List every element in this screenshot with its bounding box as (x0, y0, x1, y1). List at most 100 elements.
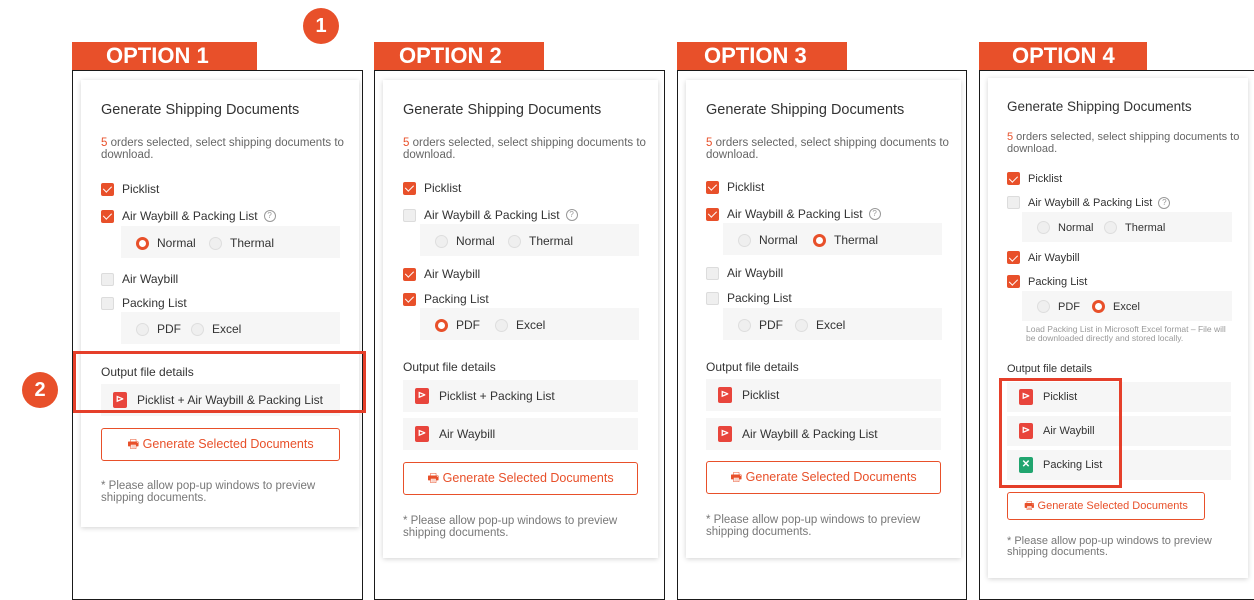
radio-pdf[interactable]: PDF (738, 318, 783, 332)
print-format-radio-group: Normal Thermal (420, 224, 639, 256)
awb-checkbox[interactable]: Air Waybill (403, 267, 480, 281)
checkbox-icon (403, 267, 416, 281)
checkbox-label: Packing List (727, 291, 792, 305)
checkbox-icon (1007, 172, 1020, 185)
radio-excel[interactable]: Excel (1092, 300, 1140, 313)
output-file-row[interactable]: ⊳ Picklist + Packing List (403, 380, 638, 412)
checkbox-label: Air Waybill & Packing List (424, 208, 560, 222)
button-label: Generate Selected Documents (442, 471, 614, 485)
step-badge-2: 2 (22, 372, 58, 408)
awb-packing-checkbox[interactable]: Air Waybill & Packing List? (403, 208, 578, 222)
button-label: Generate Selected Documents (1037, 500, 1188, 512)
radio-pdf[interactable]: PDF (1037, 300, 1080, 313)
help-icon[interactable]: ? (1158, 196, 1171, 209)
radio-normal[interactable]: Normal (435, 234, 495, 248)
checkbox-icon (101, 209, 114, 223)
pdf-icon: ⊳ (415, 426, 429, 442)
radio-icon (813, 233, 826, 247)
checkbox-label: Picklist (122, 182, 160, 196)
option-3-label: OPTION 3 (677, 42, 847, 70)
radio-pdf[interactable]: PDF (435, 318, 480, 332)
radio-normal[interactable]: Normal (738, 233, 798, 247)
file-name: Air Waybill & Packing List (742, 427, 878, 441)
pdf-icon: ⊳ (718, 387, 732, 403)
radio-label: Thermal (529, 234, 574, 248)
checkbox-label: Air Waybill & Packing List (727, 207, 863, 221)
output-file-details-title: Output file details (403, 360, 496, 374)
radio-thermal[interactable]: Thermal (1104, 221, 1165, 234)
picklist-checkbox[interactable]: Picklist (1007, 172, 1062, 185)
print-format-radio-group: Normal Thermal (723, 223, 942, 255)
output-file-row[interactable]: ⊳ Air Waybill (403, 418, 638, 450)
card-description: 5 orders selected, select shipping docum… (706, 137, 951, 161)
radio-thermal[interactable]: Thermal (508, 234, 573, 248)
radio-icon (1092, 300, 1105, 313)
awb-checkbox[interactable]: Air Waybill (706, 266, 783, 280)
radio-icon (1104, 221, 1117, 234)
awb-packing-checkbox[interactable]: Air Waybill & Packing List? (101, 209, 276, 223)
checkbox-icon (101, 272, 114, 286)
picklist-checkbox[interactable]: Picklist (403, 181, 461, 195)
file-format-radio-group: PDF Excel (1022, 291, 1232, 321)
help-icon[interactable]: ? (565, 209, 578, 221)
picklist-checkbox[interactable]: Picklist (706, 180, 764, 194)
checkbox-icon (1007, 251, 1020, 264)
radio-excel[interactable]: Excel (495, 318, 545, 332)
generate-documents-button[interactable]: 🖶 Generate Selected Documents (706, 461, 941, 494)
card-title: Generate Shipping Documents (706, 102, 905, 118)
checkbox-icon (1007, 275, 1020, 288)
checkbox-label: Picklist (1028, 172, 1063, 185)
radio-normal[interactable]: Normal (1037, 221, 1093, 234)
awb-checkbox[interactable]: Air Waybill (101, 272, 178, 286)
file-name: Picklist + Packing List (439, 389, 555, 403)
popup-note: * Please allow pop-up windows to preview… (1007, 535, 1212, 558)
description-text: orders selected, select shipping documen… (403, 137, 646, 161)
help-icon[interactable]: ? (868, 208, 881, 220)
printer-icon: 🖶 (427, 471, 443, 485)
checkbox-label: Packing List (424, 292, 489, 306)
radio-icon (136, 236, 149, 250)
packing-list-checkbox[interactable]: Packing List (403, 292, 489, 306)
checkbox-icon (403, 292, 416, 306)
checkbox-icon (706, 180, 719, 194)
radio-excel[interactable]: Excel (191, 322, 241, 336)
radio-icon (435, 318, 448, 332)
radio-label: Excel (212, 322, 242, 336)
generate-documents-button[interactable]: 🖶 Generate Selected Documents (1007, 492, 1205, 520)
radio-thermal[interactable]: Thermal (813, 233, 878, 247)
radio-excel[interactable]: Excel (795, 318, 845, 332)
file-format-radio-group: PDF Excel (121, 312, 340, 344)
picklist-checkbox[interactable]: Picklist (101, 182, 159, 196)
radio-normal[interactable]: Normal (136, 236, 196, 250)
awb-checkbox[interactable]: Air Waybill (1007, 251, 1080, 264)
generate-documents-button[interactable]: 🖶 Generate Selected Documents (101, 428, 340, 461)
radio-icon (495, 318, 508, 332)
radio-label: Thermal (230, 236, 275, 250)
output-file-details-title: Output file details (1007, 363, 1092, 375)
popup-note: * Please allow pop-up windows to preview… (403, 515, 618, 539)
print-format-radio-group: Normal Thermal (121, 226, 340, 258)
button-label: Generate Selected Documents (745, 470, 917, 484)
generate-documents-button[interactable]: 🖶 Generate Selected Documents (403, 462, 638, 495)
checkbox-icon (706, 291, 719, 305)
description-text: orders selected, select shipping documen… (101, 137, 344, 161)
awb-packing-checkbox[interactable]: Air Waybill & Packing List? (1007, 196, 1171, 209)
card-title: Generate Shipping Documents (101, 102, 300, 118)
radio-pdf[interactable]: PDF (136, 322, 181, 336)
packing-list-checkbox[interactable]: Packing List (1007, 275, 1087, 288)
card-title: Generate Shipping Documents (403, 102, 602, 118)
option-3-card: Generate Shipping Documents 5 orders sel… (686, 80, 961, 558)
file-format-radio-group: PDF Excel (420, 308, 639, 340)
packing-list-checkbox[interactable]: Packing List (706, 291, 792, 305)
help-icon[interactable]: ? (263, 210, 276, 222)
card-description: 5 orders selected, select shipping docum… (403, 137, 648, 161)
output-file-row[interactable]: ⊳ Picklist (706, 379, 941, 411)
checkbox-icon (403, 181, 416, 195)
output-file-row[interactable]: ⊳ Air Waybill & Packing List (706, 418, 941, 450)
checkbox-icon (101, 296, 114, 310)
radio-icon (508, 234, 521, 248)
radio-thermal[interactable]: Thermal (209, 236, 274, 250)
awb-packing-checkbox[interactable]: Air Waybill & Packing List? (706, 207, 881, 221)
radio-label: PDF (1058, 300, 1080, 313)
packing-list-checkbox[interactable]: Packing List (101, 296, 187, 310)
